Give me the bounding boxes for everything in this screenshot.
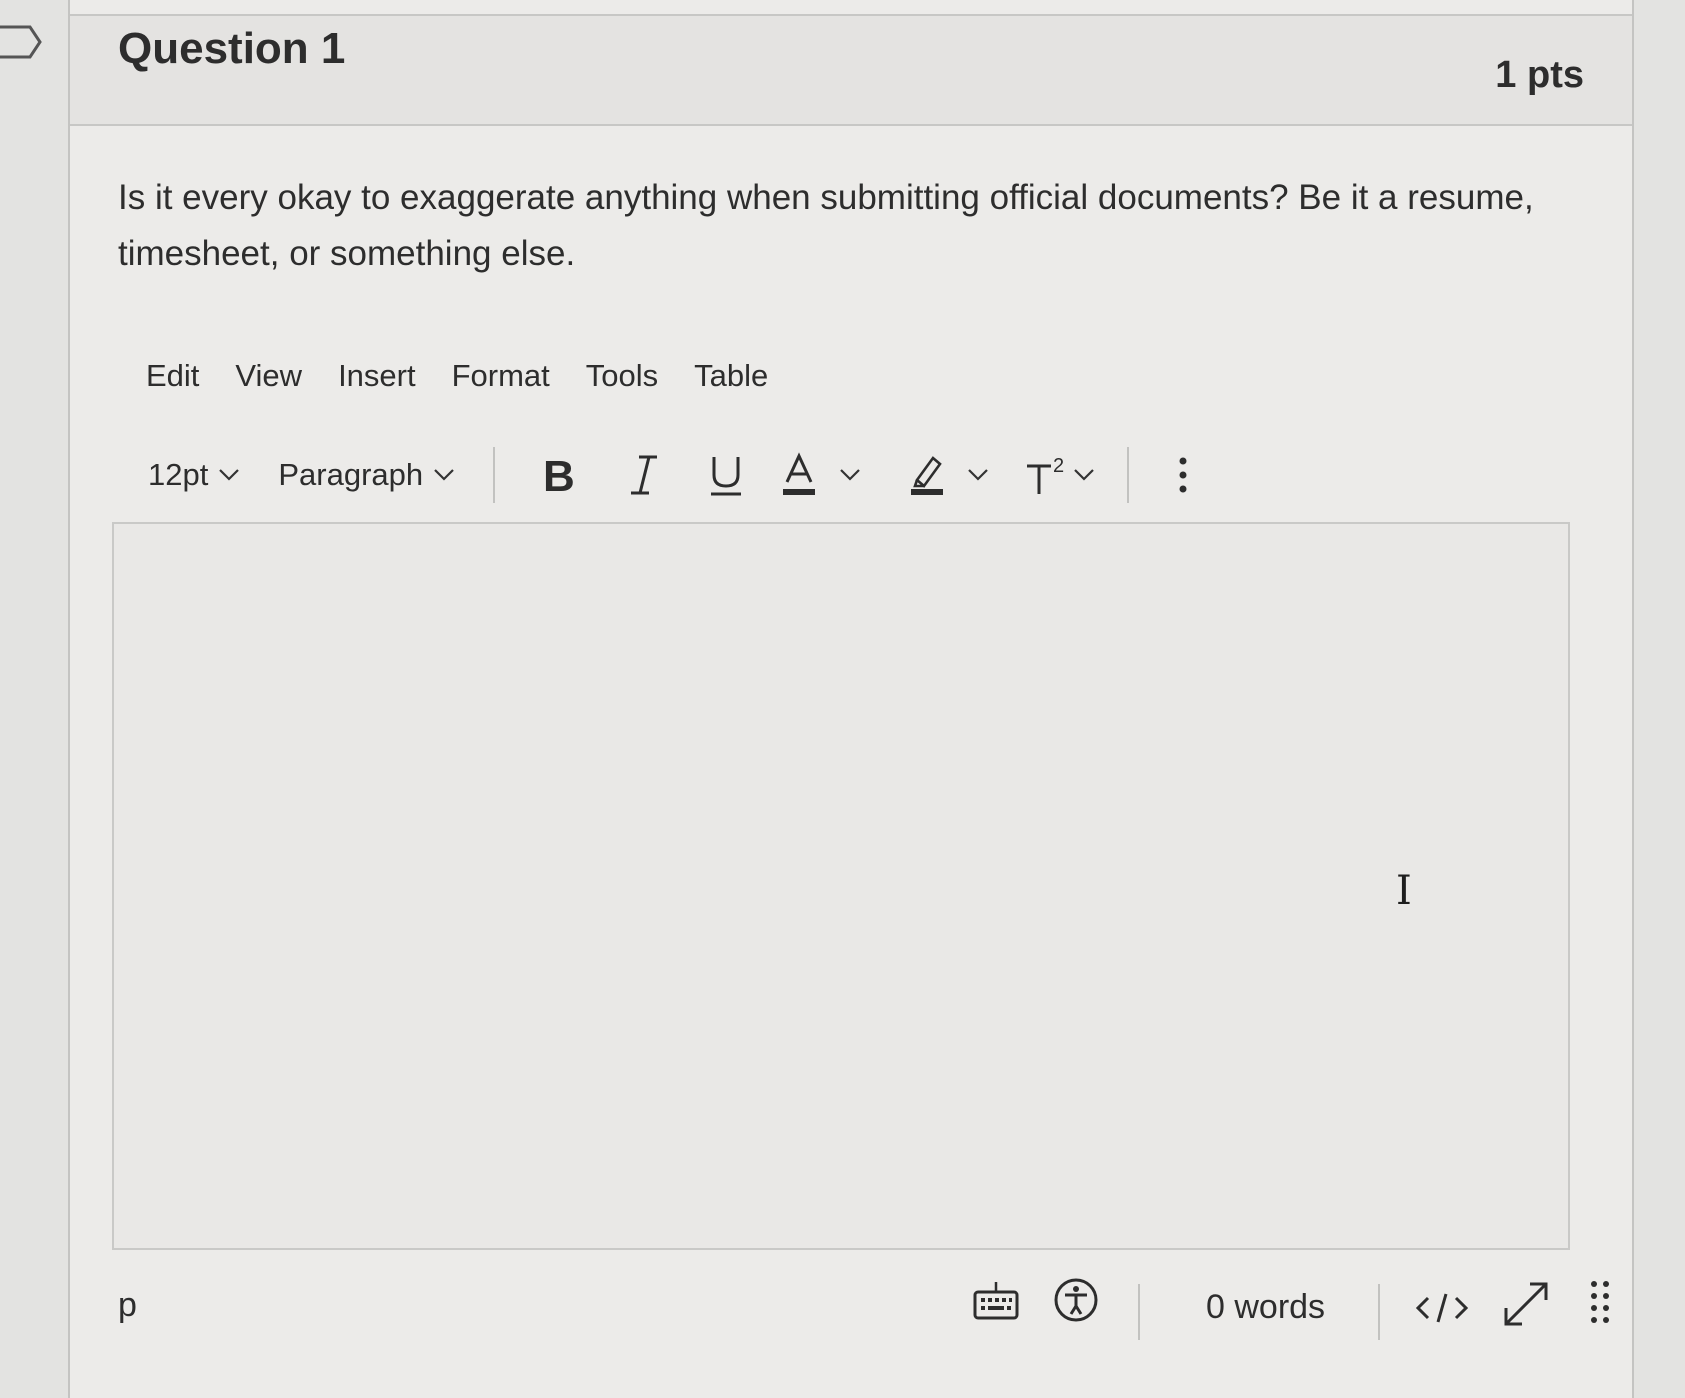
menu-tools[interactable]: Tools	[586, 358, 658, 408]
chevron-down-icon	[1074, 469, 1094, 481]
menu-format[interactable]: Format	[452, 358, 550, 408]
word-count[interactable]: 0 words	[1206, 1288, 1325, 1327]
keyboard-icon[interactable]	[972, 1278, 1020, 1326]
statusbar-divider	[1378, 1284, 1380, 1340]
underline-button[interactable]	[701, 453, 751, 497]
chevron-down-icon	[219, 469, 240, 481]
chevron-down-icon	[840, 469, 860, 481]
question-header: Question 1 1 pts	[70, 14, 1632, 126]
block-format-select[interactable]: Paragraph	[278, 457, 455, 493]
superscript-icon: 2	[1027, 455, 1064, 494]
question-points: 1 pts	[1495, 54, 1584, 96]
fullscreen-icon[interactable]	[1500, 1278, 1552, 1330]
superscript-button[interactable]: 2	[1025, 452, 1095, 498]
text-color-icon	[783, 452, 816, 495]
question-flag-icon[interactable]	[0, 24, 44, 60]
editor-menubar: Edit View Insert Format Tools Table	[146, 358, 768, 408]
highlight-icon	[911, 456, 944, 495]
rich-text-editor-area[interactable]	[112, 522, 1570, 1250]
svg-text:2: 2	[1053, 455, 1064, 477]
italic-button[interactable]	[619, 453, 669, 497]
text-color-button[interactable]	[781, 452, 861, 498]
svg-text:B: B	[543, 453, 575, 497]
italic-icon	[631, 455, 658, 495]
bold-button[interactable]: B	[533, 453, 583, 497]
accessibility-icon[interactable]	[1052, 1276, 1100, 1324]
editor-toolbar: 12pt Paragraph B 2	[148, 440, 1193, 510]
more-vertical-icon	[1179, 457, 1187, 493]
menu-table[interactable]: Table	[694, 358, 768, 408]
editor-statusbar: p 0 words	[118, 1278, 1618, 1346]
block-format-value: Paragraph	[278, 457, 424, 492]
toolbar-divider	[1127, 447, 1130, 503]
chevron-down-icon	[968, 469, 988, 481]
font-size-select[interactable]: 12pt	[148, 457, 240, 493]
toolbar-divider	[493, 447, 496, 503]
html-code-icon[interactable]	[1414, 1288, 1470, 1328]
element-path[interactable]: p	[118, 1286, 137, 1325]
menu-insert[interactable]: Insert	[338, 358, 416, 408]
bold-icon: B	[543, 453, 575, 497]
font-size-value: 12pt	[148, 457, 209, 492]
question-title: Question 1	[118, 24, 346, 73]
chevron-down-icon	[434, 469, 454, 481]
question-text: Is it every okay to exaggerate anything …	[118, 178, 1534, 273]
highlight-color-button[interactable]	[909, 452, 989, 498]
statusbar-divider	[1138, 1284, 1140, 1340]
question-card: Question 1 1 pts Is it every okay to exa…	[68, 0, 1634, 1398]
resize-grip-icon[interactable]	[1588, 1278, 1612, 1326]
menu-edit[interactable]: Edit	[146, 358, 199, 408]
text-cursor-icon: I	[1396, 868, 1412, 914]
more-options-button[interactable]	[1173, 455, 1193, 495]
menu-view[interactable]: View	[235, 358, 302, 408]
underline-icon	[711, 457, 742, 496]
